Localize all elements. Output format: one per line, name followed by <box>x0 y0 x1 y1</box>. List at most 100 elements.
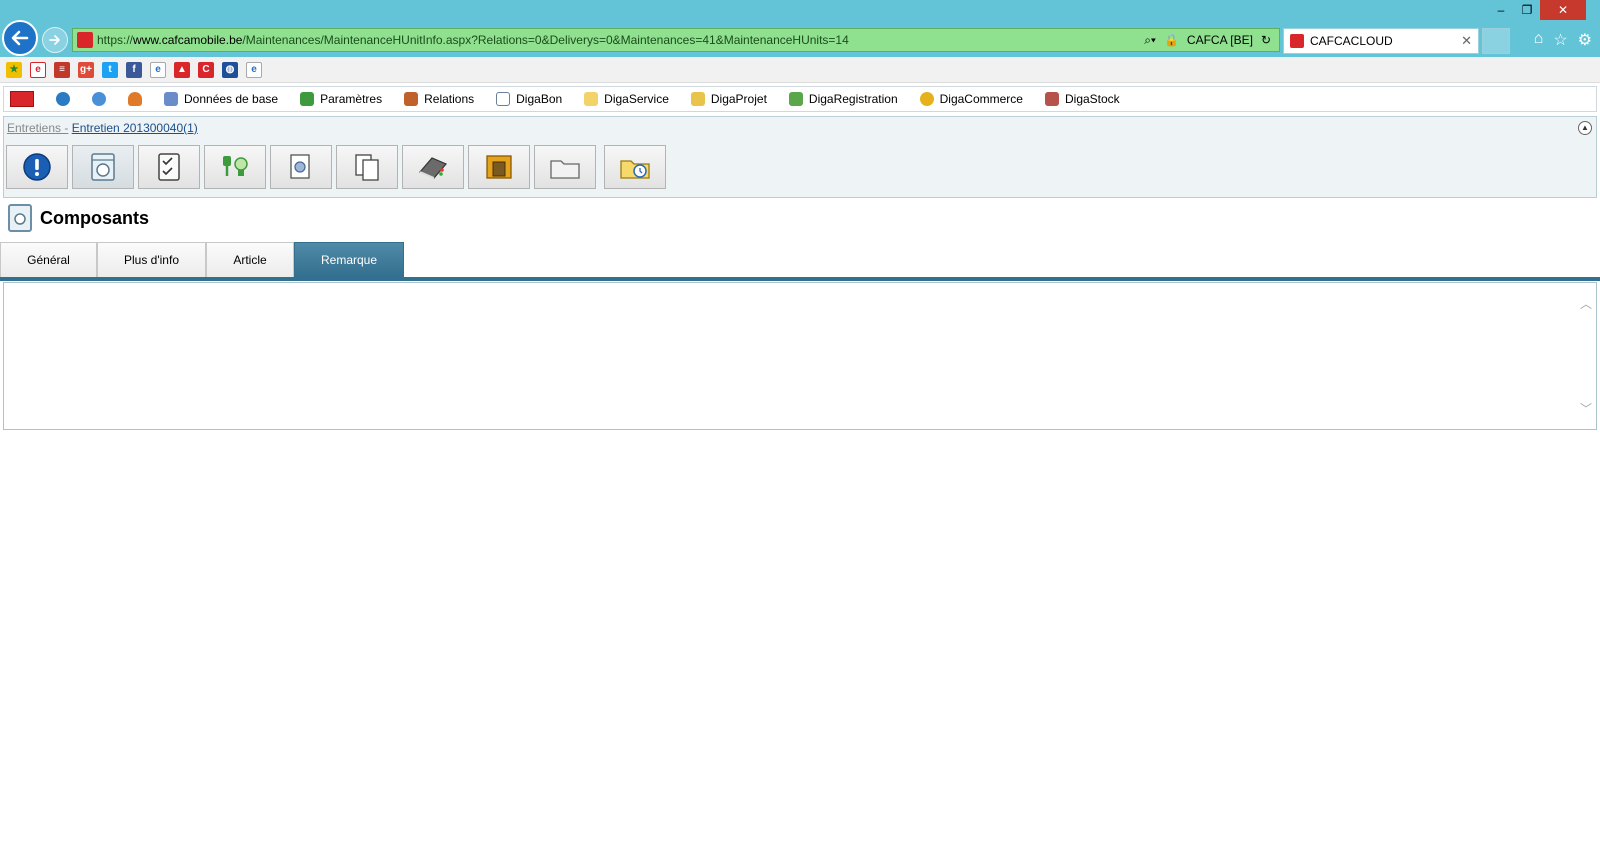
bookmark-cafca-icon[interactable]: ≡ <box>54 61 70 78</box>
menu-item-digacommerce[interactable]: DigaCommerce <box>919 92 1023 106</box>
menu-item-label: DigaStock <box>1064 92 1120 106</box>
archive-icon <box>486 155 512 179</box>
back-button[interactable] <box>2 20 38 56</box>
menu-item-parametres[interactable]: Paramètres <box>300 92 382 106</box>
menu-item-label: Paramètres <box>320 92 383 106</box>
bookmark-cafca2-icon[interactable]: ▲ <box>174 61 190 78</box>
forward-button[interactable] <box>42 27 68 53</box>
sync-icon <box>92 92 106 106</box>
browser-tab[interactable]: CAFCACLOUD ✕ <box>1283 28 1479 54</box>
record-header-panel: Entretiens - Entretien 201300040(1) ▲ <box>3 116 1597 198</box>
section-header: Composants <box>8 204 149 232</box>
lock-icon[interactable]: 🔒 <box>1164 33 1179 47</box>
tab-general[interactable]: Général <box>0 242 97 278</box>
tab-close-icon[interactable]: ✕ <box>1461 33 1472 49</box>
home-icon[interactable]: ⌂ <box>1534 30 1544 50</box>
app-menu-bar: Données de base Paramètres Relations Dig… <box>3 86 1597 112</box>
globe-icon <box>56 92 70 106</box>
breadcrumb-current[interactable]: Entretien 201300040(1) <box>72 121 198 135</box>
folder-history-button[interactable] <box>604 145 666 189</box>
menu-item-label: DigaRegistration <box>808 92 898 106</box>
certificate-label[interactable]: CAFCA [BE] <box>1187 33 1253 47</box>
agenda-button[interactable] <box>402 145 464 189</box>
checklist-icon <box>158 153 180 181</box>
info-button[interactable] <box>6 145 68 189</box>
menu-sync[interactable] <box>92 92 106 106</box>
bookmark-ie-icon[interactable]: e <box>150 61 166 78</box>
breadcrumb: Entretiens - Entretien 201300040(1) <box>7 121 198 135</box>
tab-title: CAFCACLOUD <box>1310 34 1393 48</box>
tab-remarque[interactable]: Remarque <box>294 242 404 278</box>
bookmark-e-icon[interactable]: e <box>30 61 46 78</box>
address-bar[interactable]: https://www.cafcamobile.be/Maintenances/… <box>72 28 1280 52</box>
refresh-icon[interactable]: ↻ <box>1261 33 1271 47</box>
scroll-down-icon[interactable]: ﹀ <box>1580 400 1592 417</box>
scroll-up-icon[interactable]: ︿ <box>1580 295 1592 312</box>
stock-icon <box>1044 92 1059 106</box>
bookmark-googleplus-icon[interactable]: g+ <box>78 61 94 78</box>
menu-item-donnees-de-base[interactable]: Données de base <box>164 92 278 106</box>
remark-textarea[interactable]: ︿ ﹀ <box>3 282 1597 430</box>
detail-tabs: Général Plus d'info Article Remarque <box>0 242 404 278</box>
menu-item-digabon[interactable]: DigaBon <box>496 92 562 106</box>
collapse-icon[interactable]: ▲ <box>1578 121 1592 135</box>
restore-button[interactable]: ❐ <box>1514 0 1540 20</box>
window-close-button[interactable]: ✕ <box>1540 0 1586 20</box>
tab-article[interactable]: Article <box>206 242 294 278</box>
checklist-button[interactable] <box>138 145 200 189</box>
menu-globe[interactable] <box>56 92 70 106</box>
favorites-add-icon[interactable]: ★ <box>6 61 22 78</box>
plug-bulb-icon <box>223 156 248 176</box>
menu-item-digaregistration[interactable]: DigaRegistration <box>788 92 898 106</box>
forward-arrow-icon <box>49 35 60 45</box>
tab-underline <box>0 277 1600 281</box>
favorites-bar: ★ e ≡ g+ t f e ▲ C ◍ e <box>0 57 1600 83</box>
info-icon <box>23 153 51 181</box>
washing-machine-icon <box>8 204 32 232</box>
menu-item-relations[interactable]: Relations <box>404 92 474 106</box>
app-logo[interactable] <box>10 91 34 107</box>
menu-item-digaprojet[interactable]: DigaProjet <box>690 92 767 106</box>
folder-button[interactable] <box>534 145 596 189</box>
menu-item-label: Relations <box>424 92 475 106</box>
document-icon <box>496 92 511 106</box>
document-gear-icon <box>290 154 310 179</box>
bookmark-ie2-icon[interactable]: e <box>246 61 262 78</box>
search-icon[interactable]: ⌕▾ <box>1144 33 1156 48</box>
url-scheme: https:// <box>97 33 134 47</box>
favorites-star-icon[interactable]: ☆ <box>1553 30 1567 50</box>
breadcrumb-parent[interactable]: Entretiens - <box>7 121 68 135</box>
url-path: /Maintenances/MaintenanceHUnitInfo.aspx?… <box>242 33 849 47</box>
service-icon <box>584 92 599 106</box>
menu-item-digastock[interactable]: DigaStock <box>1044 92 1120 106</box>
gear-icon[interactable]: ⚙ <box>1578 30 1592 50</box>
relations-icon <box>404 92 419 106</box>
menu-item-label: DigaProjet <box>710 92 767 106</box>
energy-button[interactable] <box>204 145 266 189</box>
record-toolbar <box>6 145 666 189</box>
site-favicon-icon <box>77 32 93 48</box>
tab-plus-info[interactable]: Plus d'info <box>97 242 206 278</box>
address-url[interactable]: https://www.cafcamobile.be/Maintenances/… <box>97 33 849 47</box>
url-domain: www.cafcamobile.be <box>133 33 243 47</box>
book-icon <box>419 157 447 179</box>
folder-clock-icon <box>620 160 650 179</box>
menu-item-digaservice[interactable]: DigaService <box>584 92 669 106</box>
components-button[interactable] <box>72 145 134 189</box>
bookmark-globe-icon[interactable]: ◍ <box>222 61 238 78</box>
documents-button[interactable] <box>336 145 398 189</box>
settings-doc-button[interactable] <box>270 145 332 189</box>
minimize-button[interactable]: – <box>1488 0 1514 20</box>
bookmark-twitter-icon[interactable]: t <box>102 61 118 78</box>
window-controls: – ❐ ✕ <box>1488 0 1586 20</box>
bookmark-c-icon[interactable]: C <box>198 61 214 78</box>
tab-favicon-icon <box>1290 34 1304 48</box>
menu-user[interactable] <box>128 92 142 106</box>
folder-icon <box>550 160 580 179</box>
bookmark-facebook-icon[interactable]: f <box>126 61 142 78</box>
new-tab-button[interactable] <box>1482 28 1510 54</box>
menu-item-label: DigaCommerce <box>939 92 1023 106</box>
washing-machine-icon <box>91 153 115 181</box>
documents-icon <box>355 154 379 181</box>
archive-button[interactable] <box>468 145 530 189</box>
